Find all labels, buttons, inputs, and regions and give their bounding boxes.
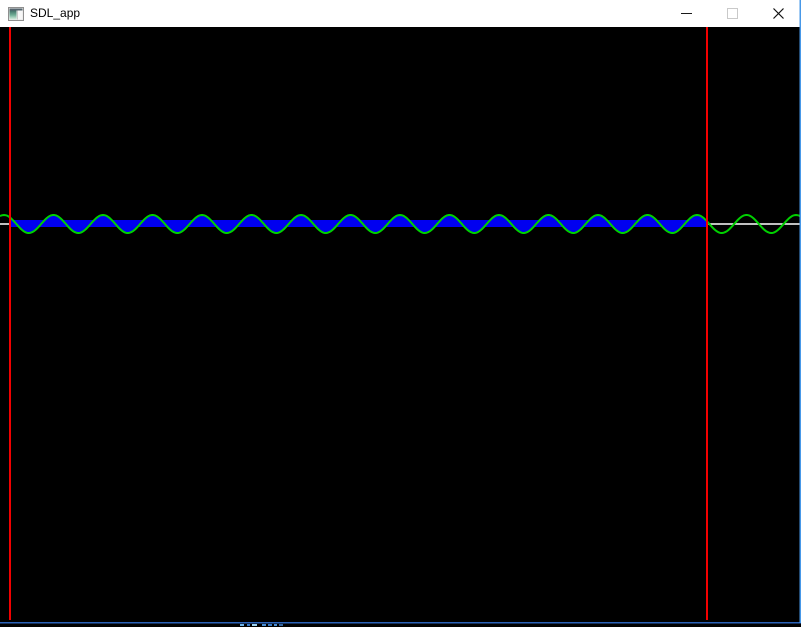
- close-button[interactable]: [755, 0, 801, 27]
- minimize-icon: [681, 13, 692, 14]
- maximize-button[interactable]: [709, 0, 755, 27]
- close-icon: [773, 8, 784, 19]
- taskbar-sliver-dash: [247, 624, 250, 626]
- taskbar-sliver-dash: [274, 624, 277, 626]
- caption-buttons: [663, 0, 801, 27]
- window-title: SDL_app: [30, 0, 80, 27]
- titlebar[interactable]: SDL_app: [0, 0, 801, 27]
- maximize-icon: [727, 8, 738, 19]
- taskbar-sliver-dash: [240, 624, 244, 626]
- waveform-line: [0, 215, 801, 233]
- waveform-fill: [10, 215, 707, 233]
- window-border-bottom: [0, 622, 801, 624]
- app-icon[interactable]: [8, 6, 24, 22]
- taskbar-sliver-dash: [268, 624, 272, 626]
- taskbar-sliver-dash: [279, 624, 283, 626]
- client-area: [0, 27, 801, 627]
- taskbar-sliver-dash: [252, 624, 257, 626]
- waveform-canvas: [0, 0, 801, 627]
- minimize-button[interactable]: [663, 0, 709, 27]
- taskbar-sliver-dash: [262, 624, 266, 626]
- sdl-app-window: SDL_app: [0, 0, 801, 627]
